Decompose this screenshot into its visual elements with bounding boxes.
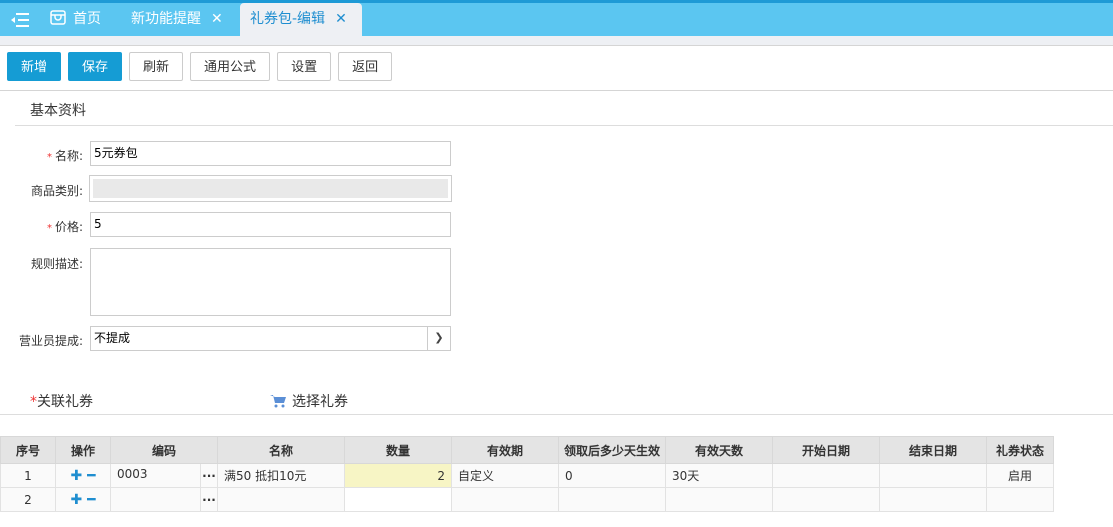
label-text: 名称: bbox=[54, 149, 83, 163]
category-label: 商品类别: bbox=[30, 184, 83, 198]
button-label: 选择礼券 bbox=[292, 394, 348, 410]
col-header: 序号 bbox=[0, 436, 56, 464]
section-title: 基本资料 bbox=[30, 103, 86, 119]
row-number: 1 bbox=[0, 463, 56, 488]
back-button[interactable]: 返回 bbox=[338, 52, 393, 81]
row-ops: ✚ ━ bbox=[55, 487, 111, 512]
tab-coupon-pack-edit[interactable]: 礼券包-编辑 ✕ bbox=[240, 3, 362, 36]
new-button[interactable]: 新增 bbox=[7, 52, 62, 81]
settings-button[interactable]: 设置 bbox=[277, 52, 332, 81]
remove-row-icon[interactable]: ━ bbox=[87, 468, 95, 484]
delay-cell: 0 bbox=[558, 463, 666, 488]
start-date-cell bbox=[772, 463, 880, 488]
delay-cell bbox=[558, 487, 666, 512]
required-mark: * bbox=[30, 394, 37, 410]
tab-label: 新功能提醒 bbox=[131, 11, 201, 27]
select-coupons-button[interactable]: 选择礼券 bbox=[270, 391, 348, 411]
selected-value: 不提成 bbox=[94, 331, 131, 345]
table-row: 1 ✚ ━ 0003 ··· 满50 抵扣10元 2 自定义 0 30天 启用 bbox=[0, 463, 1054, 488]
rules-label: 规则描述: bbox=[30, 257, 83, 271]
status-cell: 启用 bbox=[986, 463, 1054, 488]
days-cell: 30天 bbox=[665, 463, 773, 488]
title-text: 关联礼券 bbox=[37, 394, 93, 410]
category-input bbox=[89, 175, 452, 202]
code-cell[interactable] bbox=[110, 487, 201, 512]
start-date-cell bbox=[772, 487, 880, 512]
chevron-down-icon[interactable]: ❯ bbox=[427, 327, 450, 350]
col-header: 数量 bbox=[344, 436, 452, 464]
col-header: 领取后多少天生效 bbox=[558, 436, 666, 464]
table-header: 序号 操作 编码 名称 数量 有效期 领取后多少天生效 有效天数 开始日期 结束… bbox=[0, 436, 1054, 464]
required-mark: * bbox=[46, 223, 52, 234]
label-text: 价格: bbox=[54, 220, 83, 234]
tab-home[interactable]: 首页 bbox=[50, 3, 101, 36]
code-cell[interactable]: 0003 bbox=[110, 463, 201, 488]
linked-coupons-title: *关联礼券 bbox=[30, 391, 93, 411]
validity-cell: 自定义 bbox=[451, 463, 559, 488]
status-cell bbox=[986, 487, 1054, 512]
more-icon[interactable]: ··· bbox=[200, 463, 218, 488]
col-header: 结束日期 bbox=[879, 436, 987, 464]
tab-label: 首页 bbox=[73, 11, 101, 27]
divider bbox=[15, 125, 1113, 126]
add-row-icon[interactable]: ✚ bbox=[70, 492, 82, 508]
cart-icon bbox=[270, 395, 286, 408]
price-label: * 价格: bbox=[0, 218, 83, 235]
divider bbox=[0, 90, 1113, 91]
remove-row-icon[interactable]: ━ bbox=[87, 492, 95, 508]
end-date-cell bbox=[879, 463, 987, 488]
commission-label: 营业员提成: bbox=[18, 334, 83, 348]
name-cell bbox=[217, 487, 345, 512]
col-header: 有效期 bbox=[451, 436, 559, 464]
col-header: 编码 bbox=[110, 436, 218, 464]
row-ops: ✚ ━ bbox=[55, 463, 111, 488]
col-header: 有效天数 bbox=[665, 436, 773, 464]
quantity-cell[interactable] bbox=[344, 487, 452, 512]
add-row-icon[interactable]: ✚ bbox=[70, 468, 82, 484]
tab-label: 礼券包-编辑 bbox=[250, 11, 326, 27]
table-row: 2 ✚ ━ ··· bbox=[0, 487, 1054, 512]
menu-collapse-icon[interactable] bbox=[10, 12, 29, 28]
toolbar: 新增 保存 刷新 通用公式 设置 返回 bbox=[7, 52, 393, 81]
name-label: * 名称: bbox=[0, 147, 83, 164]
close-icon[interactable]: ✕ bbox=[335, 11, 347, 27]
col-header: 名称 bbox=[217, 436, 345, 464]
tab-bar: 首页 新功能提醒 ✕ 礼券包-编辑 ✕ bbox=[0, 3, 1113, 36]
formula-button[interactable]: 通用公式 bbox=[190, 52, 271, 81]
tab-band bbox=[0, 36, 1113, 46]
refresh-button[interactable]: 刷新 bbox=[129, 52, 184, 81]
col-header: 操作 bbox=[55, 436, 111, 464]
tab-new-features[interactable]: 新功能提醒 ✕ bbox=[131, 3, 223, 36]
coupons-table: 序号 操作 编码 名称 数量 有效期 领取后多少天生效 有效天数 开始日期 结束… bbox=[0, 436, 1054, 512]
more-icon[interactable]: ··· bbox=[200, 487, 218, 512]
save-button[interactable]: 保存 bbox=[68, 52, 123, 81]
row-number: 2 bbox=[0, 487, 56, 512]
end-date-cell bbox=[879, 487, 987, 512]
close-icon[interactable]: ✕ bbox=[211, 11, 223, 27]
col-header: 礼券状态 bbox=[986, 436, 1054, 464]
store-icon bbox=[50, 10, 66, 25]
days-cell bbox=[665, 487, 773, 512]
name-cell: 满50 抵扣10元 bbox=[217, 463, 345, 488]
divider bbox=[0, 414, 1113, 415]
commission-select[interactable]: 不提成 ❯ bbox=[90, 326, 451, 351]
price-input[interactable]: 5 bbox=[90, 212, 451, 237]
required-mark: * bbox=[46, 152, 52, 163]
col-header: 开始日期 bbox=[772, 436, 880, 464]
validity-cell bbox=[451, 487, 559, 512]
quantity-cell[interactable]: 2 bbox=[344, 463, 452, 488]
rules-textarea[interactable] bbox=[90, 248, 451, 316]
name-input[interactable]: 5元券包 bbox=[90, 141, 451, 166]
